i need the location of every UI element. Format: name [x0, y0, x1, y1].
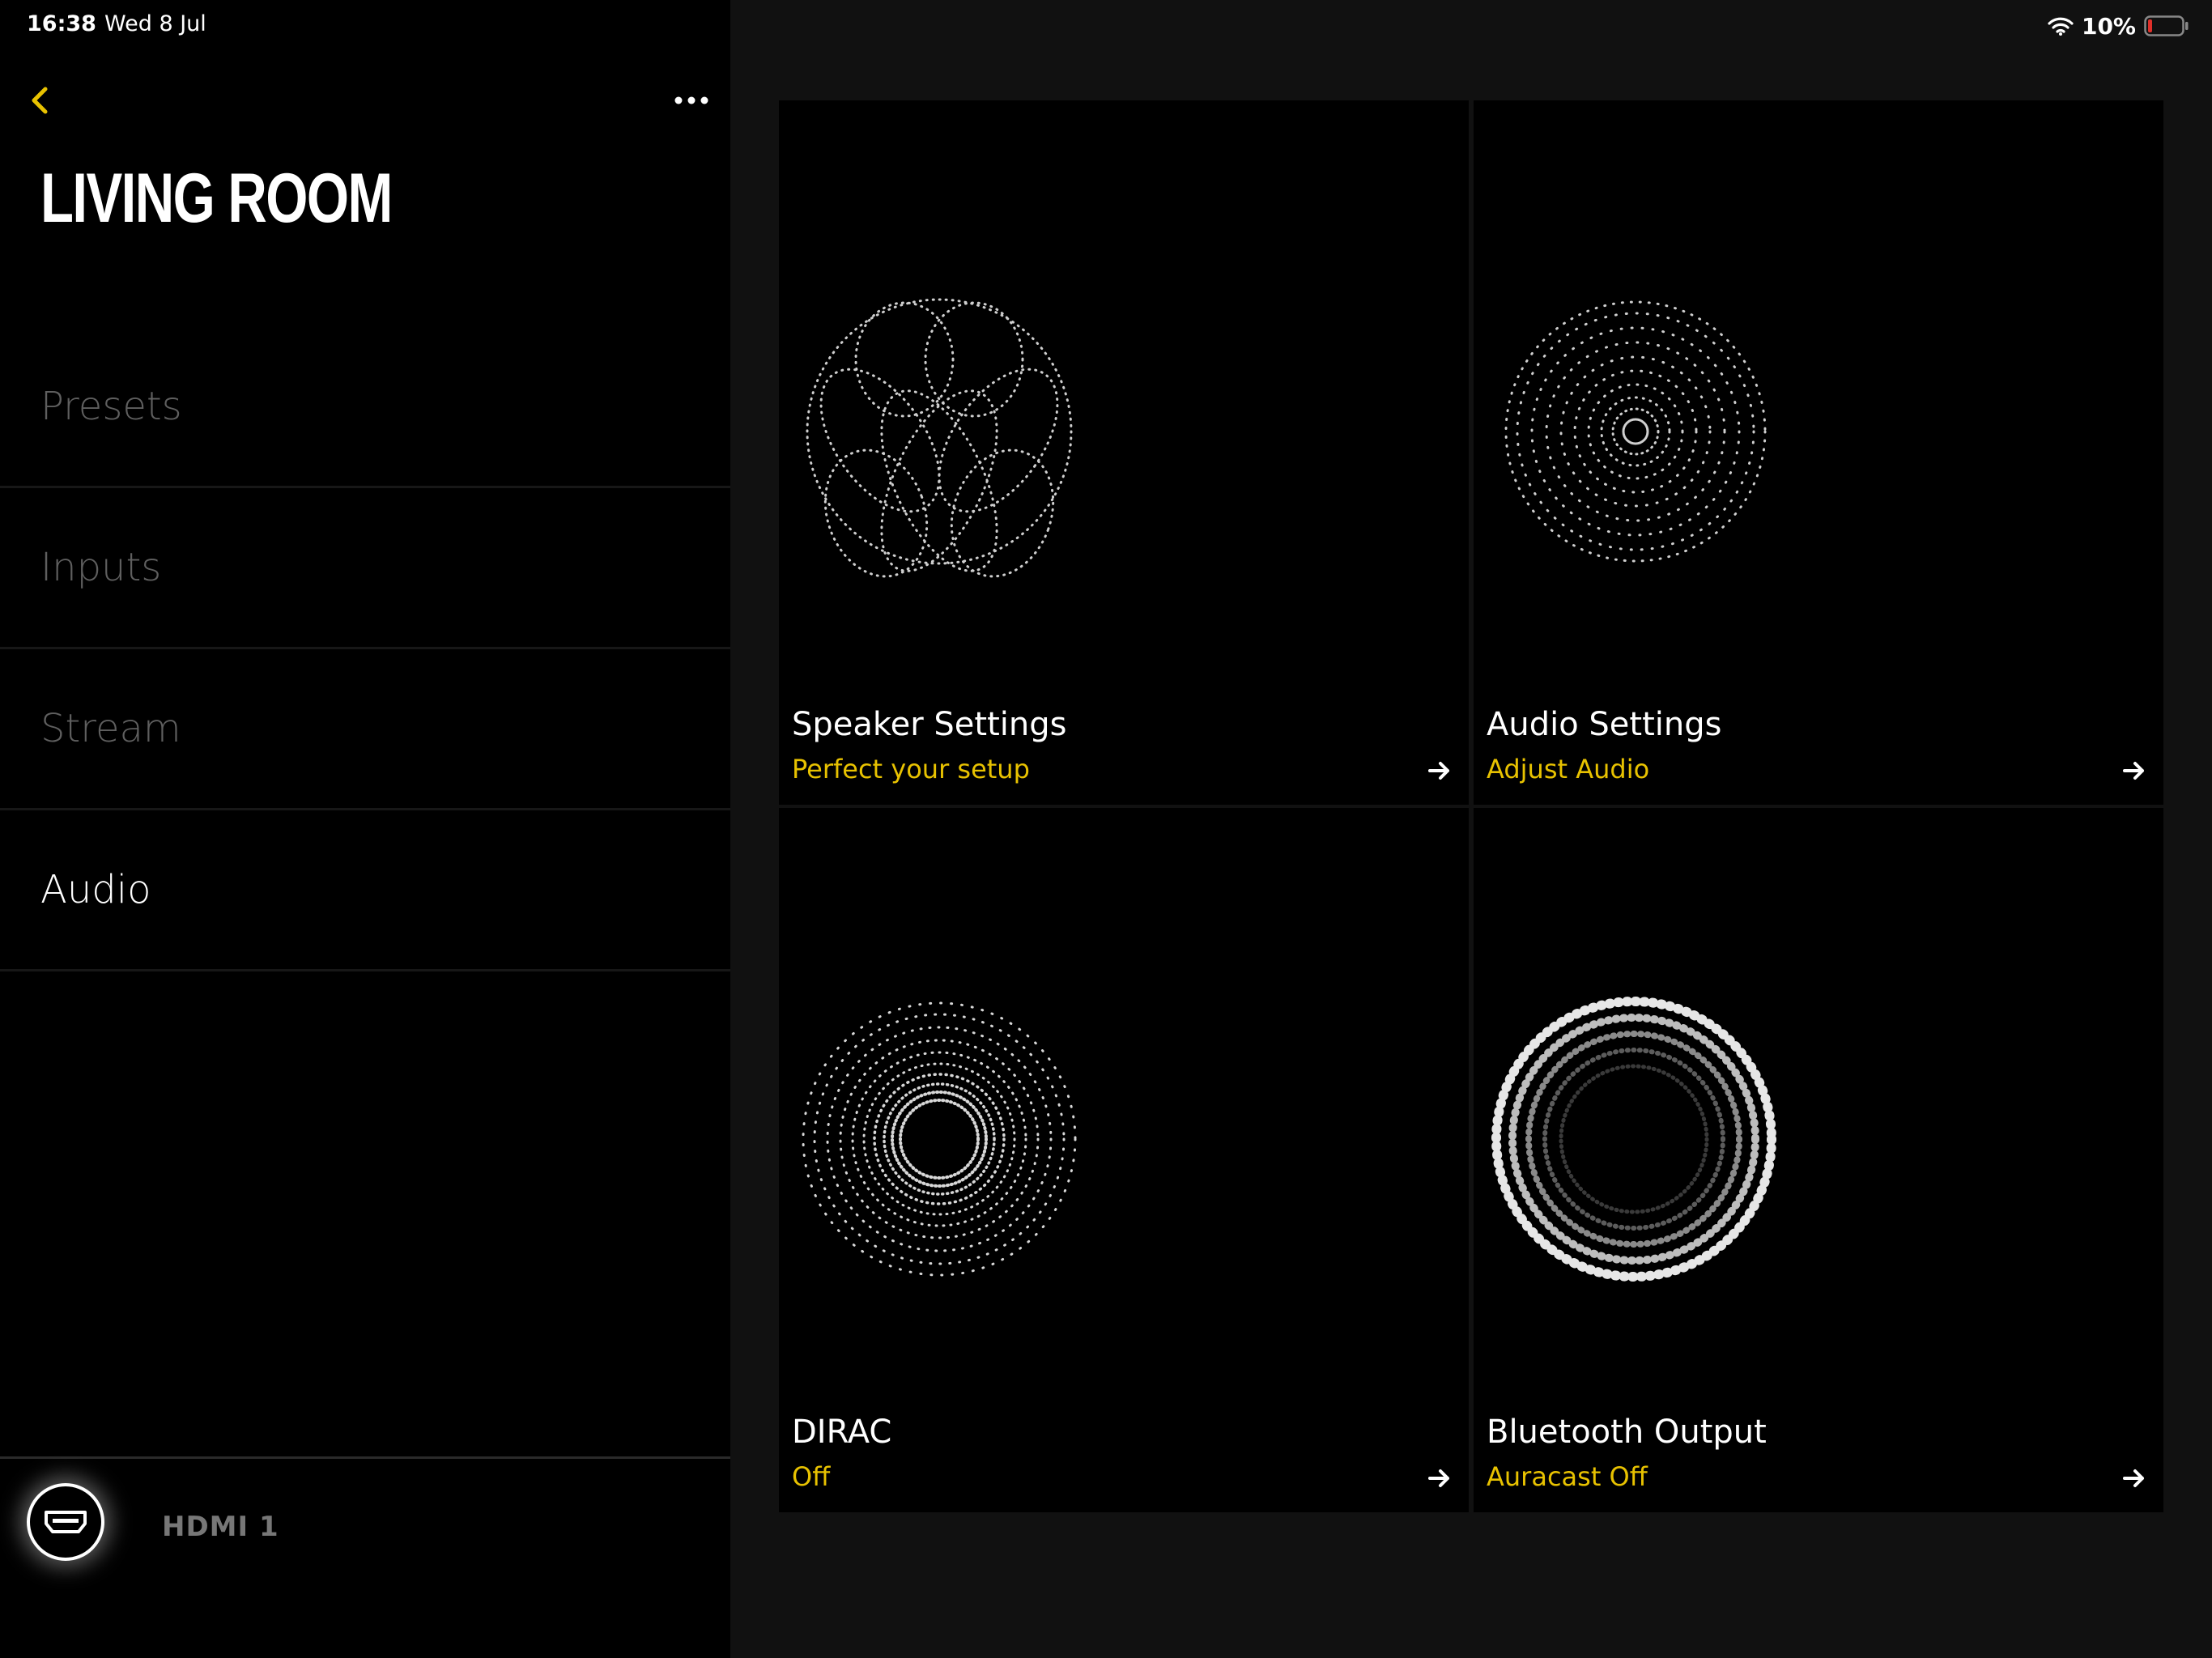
source-label: HDMI 1	[162, 1511, 279, 1543]
arrow-right-icon	[1428, 762, 1449, 780]
room-title: LIVING ROOM	[40, 159, 393, 237]
hdmi-icon	[45, 1511, 87, 1533]
nav-item-label: Presets	[40, 384, 182, 429]
nav-item-label: Audio	[40, 867, 151, 912]
battery-icon	[2144, 15, 2189, 36]
card-title: Speaker Settings	[792, 706, 1067, 743]
sidebar: 16:38 Wed 8 Jul LIVING ROOM Presets Inpu…	[0, 0, 730, 1658]
source-button[interactable]	[27, 1483, 104, 1561]
speaker-pattern-icon	[806, 298, 1073, 578]
audio-pattern-icon	[1504, 300, 1767, 563]
status-date: Wed 8 Jul	[104, 11, 206, 36]
card-dirac[interactable]: DIRAC Off	[779, 808, 1469, 1512]
card-subtitle: Adjust Audio	[1487, 754, 1650, 784]
card-title: Audio Settings	[1487, 706, 1722, 743]
main-panel: 10% Speaker Settings Perfect your setup	[730, 0, 2212, 1658]
card-title: DIRAC	[792, 1414, 892, 1451]
card-bluetooth-output[interactable]: Bluetooth Output Auracast Off	[1474, 808, 2163, 1512]
footer-divider	[0, 1456, 730, 1459]
status-time: 16:38	[27, 11, 96, 36]
nav-item-inputs[interactable]: Inputs	[0, 488, 730, 649]
battery-percent: 10%	[2081, 12, 2136, 40]
status-indicators: 10%	[2048, 10, 2189, 42]
nav-item-audio[interactable]: Audio	[0, 810, 730, 971]
card-subtitle: Perfect your setup	[792, 754, 1030, 784]
arrow-right-icon	[2123, 1469, 2144, 1487]
arrow-right-icon	[1428, 1469, 1449, 1487]
card-speaker-settings[interactable]: Speaker Settings Perfect your setup	[779, 100, 1469, 805]
dirac-pattern-icon	[802, 1001, 1077, 1277]
back-chevron-icon[interactable]	[24, 81, 57, 120]
bluetooth-pattern-icon	[1491, 997, 1776, 1282]
nav-menu: Presets Inputs Stream Audio	[0, 327, 730, 971]
nav-item-stream[interactable]: Stream	[0, 649, 730, 810]
card-subtitle: Auracast Off	[1487, 1461, 1648, 1492]
card-audio-settings[interactable]: Audio Settings Adjust Audio	[1474, 100, 2163, 805]
more-dots-icon[interactable]	[674, 86, 709, 112]
nav-item-label: Stream	[40, 706, 181, 751]
wifi-icon	[2048, 17, 2074, 36]
arrow-right-icon	[2123, 762, 2144, 780]
card-title: Bluetooth Output	[1487, 1414, 1767, 1451]
nav-item-label: Inputs	[40, 545, 162, 590]
nav-item-presets[interactable]: Presets	[0, 327, 730, 488]
card-subtitle: Off	[792, 1461, 831, 1492]
